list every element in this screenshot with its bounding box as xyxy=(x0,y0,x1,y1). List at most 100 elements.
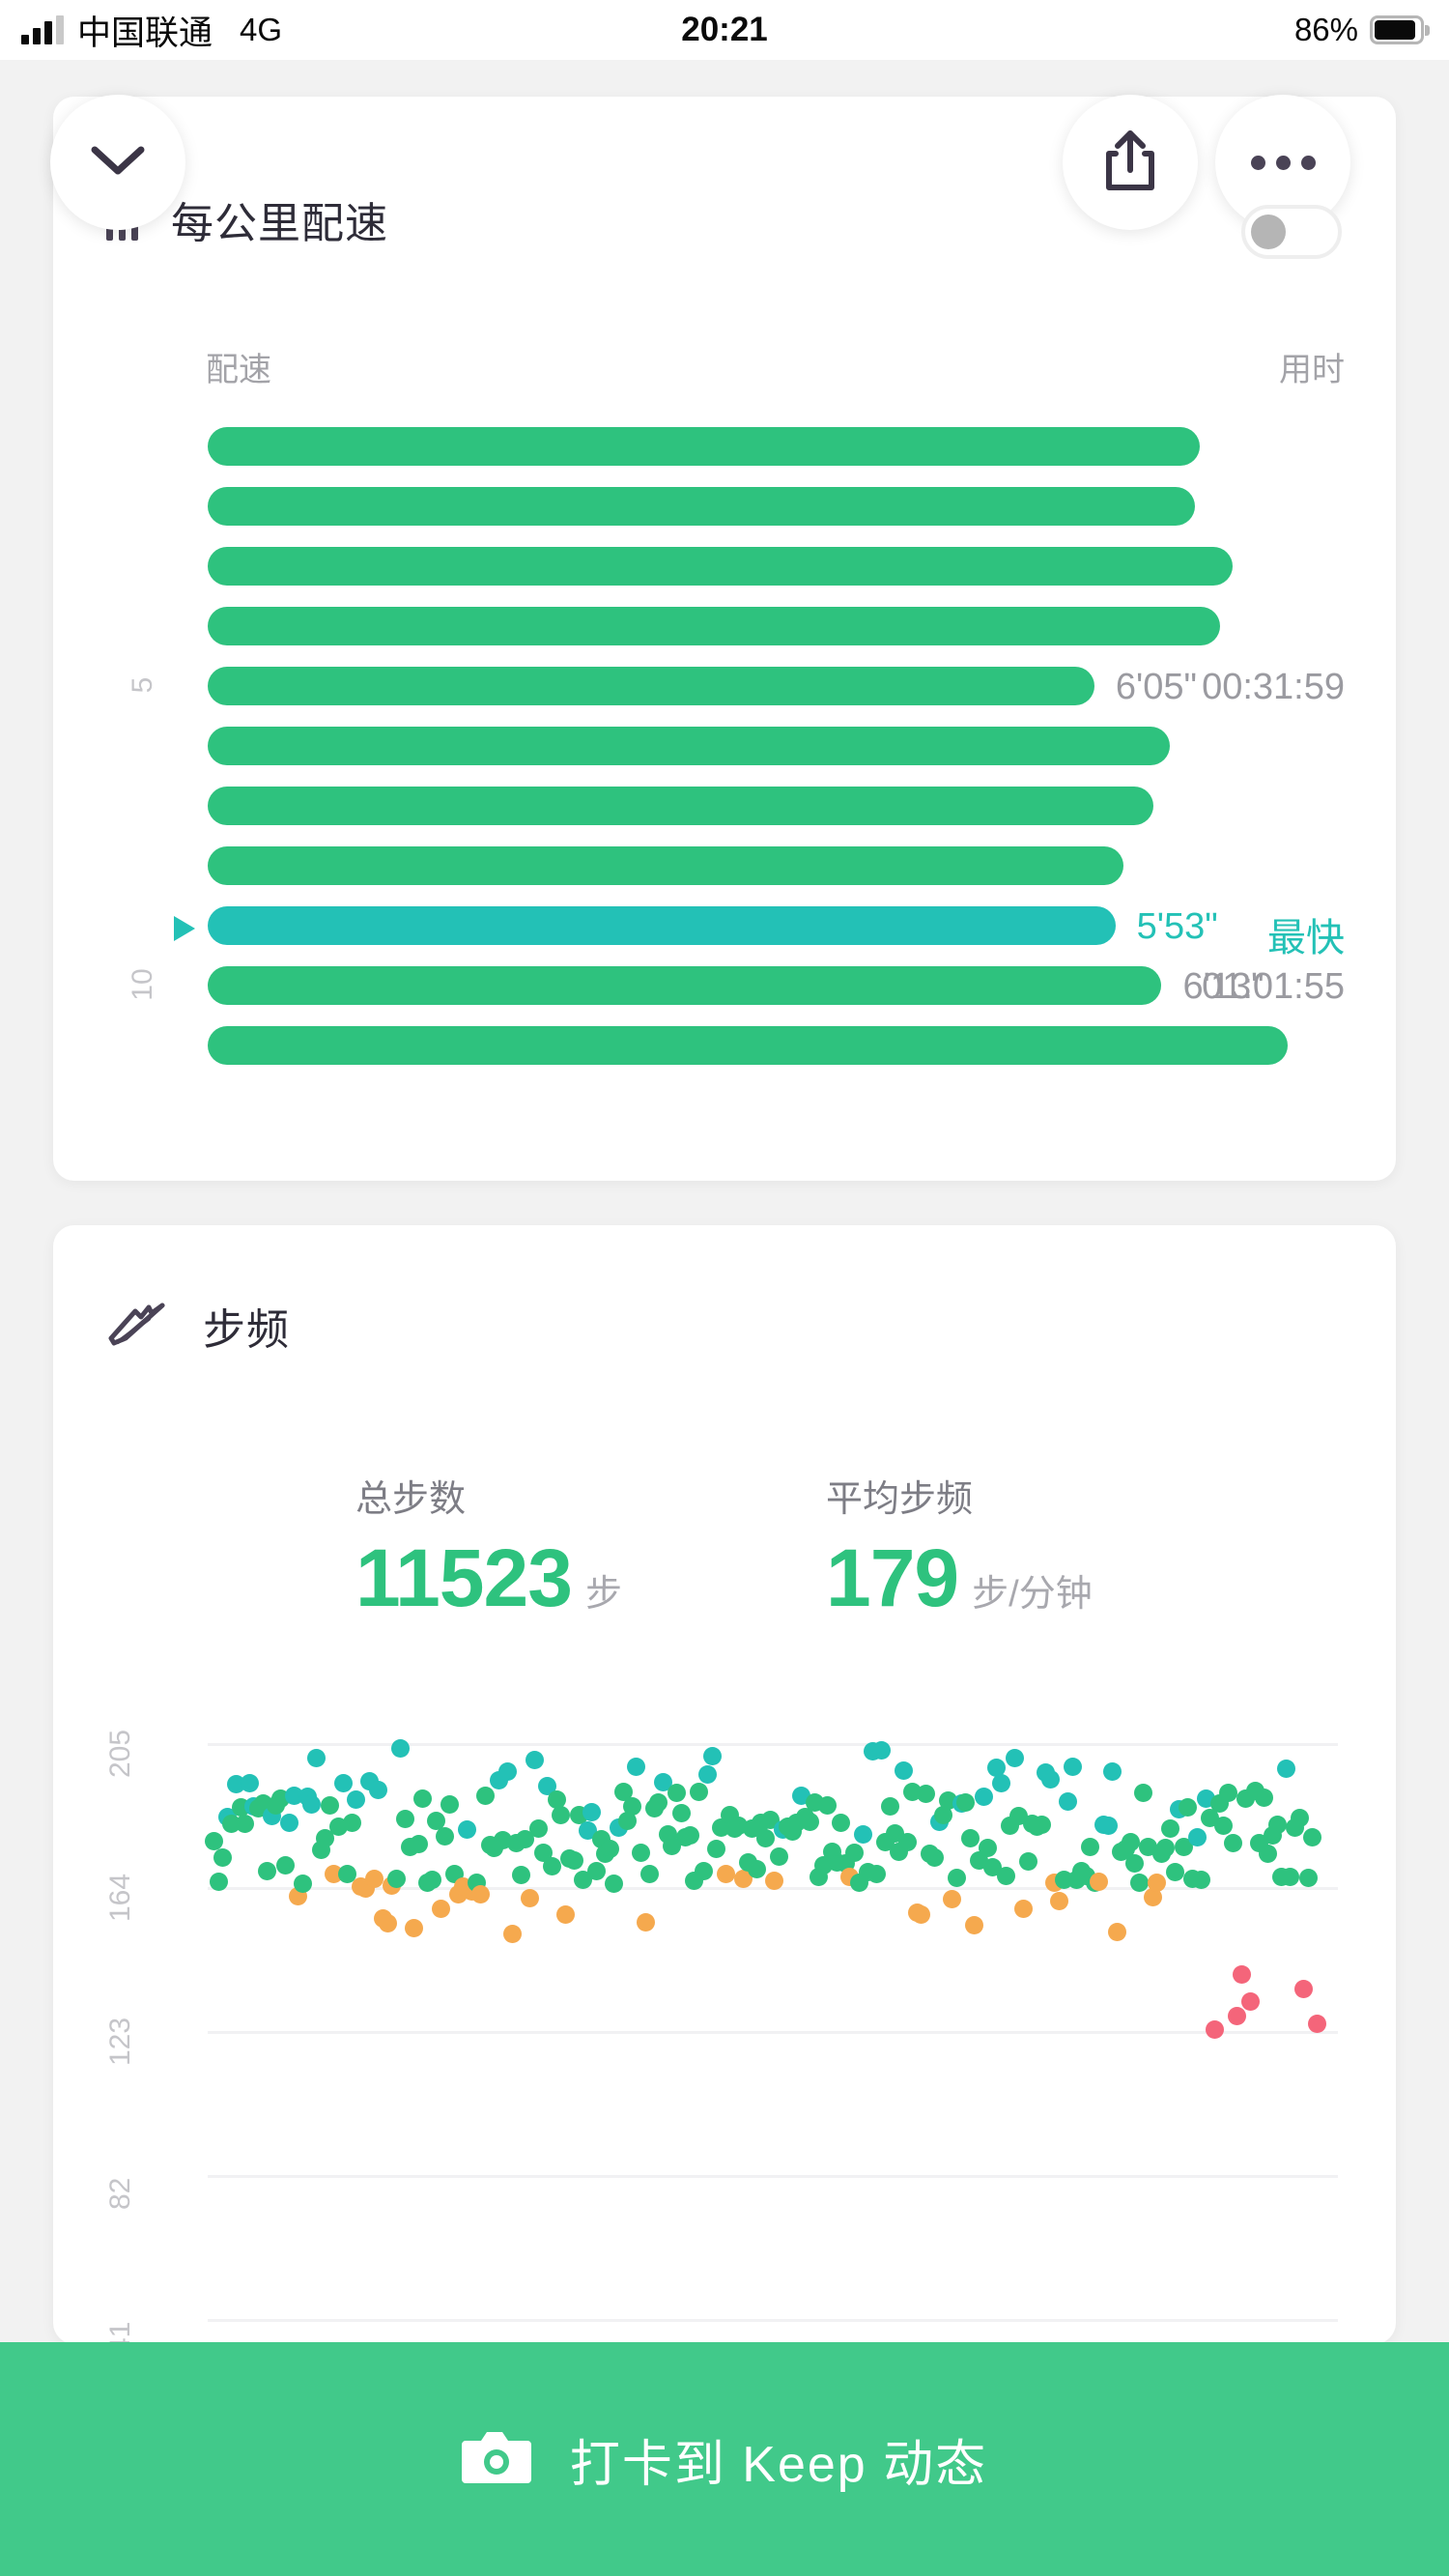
scatter-dot xyxy=(1267,1816,1287,1835)
scatter-dot xyxy=(636,1912,655,1932)
share-button[interactable] xyxy=(1063,95,1198,230)
scatter-dot xyxy=(475,1787,495,1806)
scatter-dot xyxy=(680,1825,699,1845)
scatter-dot xyxy=(707,1839,726,1858)
pace-value-label: 6'05" xyxy=(1115,667,1197,707)
pace-bar-track xyxy=(208,1026,1288,1065)
scatter-dot xyxy=(640,1865,660,1884)
scatter-dot xyxy=(1187,1828,1207,1847)
y-axis-tick-label: 123 xyxy=(104,2017,136,2066)
scatter-dot xyxy=(916,1785,935,1804)
scatter-dot xyxy=(1259,1845,1278,1864)
pace-bar xyxy=(208,667,1094,705)
clock-label: 20:21 xyxy=(681,11,768,48)
pace-bar-row: 5'53" 最快 xyxy=(0,899,1449,959)
scatter-dot xyxy=(364,1869,384,1888)
scatter-dot xyxy=(1206,2019,1225,2039)
scatter-dot xyxy=(912,1904,931,1924)
pace-bar-row xyxy=(0,779,1449,839)
scatter-dot xyxy=(1014,1899,1034,1918)
scatter-dot xyxy=(502,1925,522,1944)
collapse-button[interactable] xyxy=(50,95,185,230)
scatter-dot xyxy=(716,1864,735,1883)
cadence-card-title: 步频 xyxy=(203,1306,290,1354)
scatter-dot xyxy=(1090,1872,1109,1891)
pace-bar-row xyxy=(0,419,1449,479)
scatter-dot xyxy=(280,1814,299,1833)
scatter-dot xyxy=(1290,1809,1309,1828)
scatter-dot xyxy=(845,1844,865,1863)
scatter-dot xyxy=(525,1751,544,1769)
scatter-dot xyxy=(396,1810,414,1829)
scatter-dot xyxy=(956,1793,976,1813)
scatter-dot xyxy=(965,1915,984,1934)
scatter-dot xyxy=(818,1795,838,1815)
scatter-dot xyxy=(1121,1832,1140,1851)
pace-bar-track xyxy=(208,547,1234,586)
scatter-dot xyxy=(1303,1827,1322,1846)
gridline xyxy=(208,2175,1338,2178)
pace-bar xyxy=(208,727,1171,765)
scatter-dot xyxy=(1281,1868,1300,1887)
scatter-dot xyxy=(320,1796,339,1816)
pace-bar-row xyxy=(0,599,1449,659)
pace-bar xyxy=(208,427,1200,466)
scatter-dot xyxy=(854,1825,873,1845)
scatter-dot xyxy=(209,1873,228,1892)
chevron-down-icon xyxy=(90,145,146,181)
cadence-stat-label: 平均步频 xyxy=(826,1479,974,1520)
scatter-dot xyxy=(1298,1869,1318,1888)
pace-bar-row xyxy=(0,479,1449,539)
pace-value-label: 5'53" xyxy=(1136,906,1218,947)
scatter-dot xyxy=(587,1861,607,1880)
battery-icon xyxy=(1370,15,1430,44)
camera-icon xyxy=(461,2427,531,2492)
cadence-stat-unit: 步 xyxy=(584,1574,622,1615)
scatter-dot xyxy=(600,1839,619,1858)
cadence-stat-label: 总步数 xyxy=(355,1479,467,1520)
y-axis-tick-label: 82 xyxy=(104,2177,136,2210)
scatter-dot xyxy=(1156,1838,1176,1857)
scatter-dot xyxy=(992,1774,1011,1793)
scatter-dot xyxy=(1063,1757,1082,1776)
scatter-dot xyxy=(236,1814,255,1833)
pace-bar xyxy=(208,846,1124,885)
scatter-dot xyxy=(769,1846,788,1866)
scatter-dot xyxy=(440,1794,460,1814)
pace-bar-track xyxy=(208,966,1162,1005)
scatter-dot xyxy=(555,1904,575,1924)
scatter-dot xyxy=(1214,1816,1234,1835)
pace-bar-row xyxy=(0,539,1449,599)
scatter-dot xyxy=(1098,1816,1118,1835)
scatter-dot xyxy=(1059,1792,1078,1812)
pace-row-index-label: 5 xyxy=(127,676,158,694)
cadence-stat: 总步数 11523 步 xyxy=(355,1469,622,1625)
pace-bar-track xyxy=(208,906,1116,945)
pace-bar-track xyxy=(208,607,1221,645)
pace-bar-track xyxy=(208,846,1124,885)
scatter-dot xyxy=(378,1914,397,1933)
status-bar: 中国联通 4G 20:21 86% xyxy=(0,0,1449,60)
pace-bar-row xyxy=(0,839,1449,899)
scatter-dot xyxy=(1081,1837,1100,1856)
scatter-dot xyxy=(801,1812,820,1831)
map-toggle-switch[interactable] xyxy=(1241,205,1342,259)
scatter-dot xyxy=(1228,2006,1247,2025)
scatter-dot xyxy=(213,1848,233,1868)
scatter-dot xyxy=(520,1888,539,1907)
pace-bar xyxy=(208,1026,1288,1065)
pace-bar-row: 5 6'05" 00:31:59 xyxy=(0,659,1449,719)
running-shoe-icon xyxy=(106,1298,170,1355)
scatter-dot xyxy=(497,1762,517,1781)
scatter-dot xyxy=(1040,1770,1060,1789)
scatter-dot xyxy=(1134,1784,1153,1803)
scatter-dot xyxy=(747,1859,766,1878)
scatter-dot xyxy=(894,1761,913,1781)
scatter-dot xyxy=(1107,1922,1126,1941)
pace-column-header: 配速 xyxy=(206,352,271,388)
scatter-dot xyxy=(458,1820,477,1840)
scatter-dot xyxy=(205,1832,223,1851)
more-dots-icon xyxy=(1250,155,1316,170)
share-to-keep-button[interactable]: 打卡到 Keep 动态 xyxy=(0,2342,1449,2576)
scatter-dot xyxy=(471,1884,491,1903)
